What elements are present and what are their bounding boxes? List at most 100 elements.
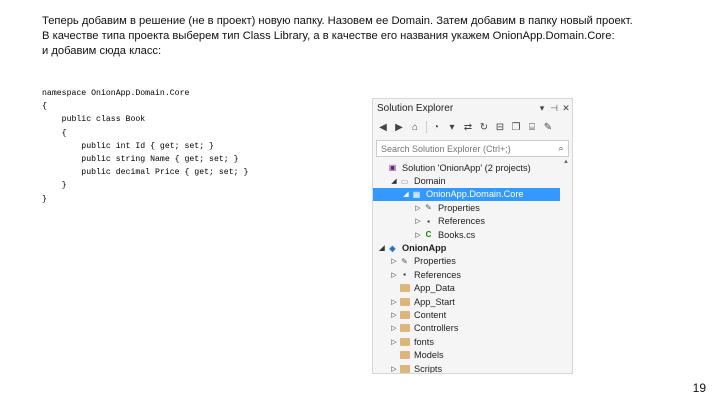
solution-folder-icon: ▭ [400, 176, 409, 186]
collapsed-arrow-icon[interactable]: ▷ [389, 338, 399, 346]
solution-explorer-titlebar: Solution Explorer ▾ ⊣ ✕ [373, 99, 572, 117]
wrench-icon: ✎ [425, 203, 432, 213]
folder-shape [399, 337, 410, 346]
tree-item[interactable]: ▷ Content [373, 308, 572, 321]
search-icon[interactable]: ⌕ [554, 143, 568, 154]
expanded-arrow-icon[interactable]: ◢ [401, 190, 411, 198]
code-line: public int Id { get; set; } [42, 141, 214, 151]
collapsed-arrow-icon[interactable]: ▷ [389, 365, 399, 373]
expanded-arrow-icon[interactable]: ◢ [377, 244, 387, 252]
folder-shape [399, 297, 410, 306]
tree-item-label: App_Start [414, 296, 455, 307]
tree-item-label: Properties [414, 256, 456, 267]
tree-item[interactable]: ▷ ✎ Properties [373, 255, 572, 268]
tree-item-label: Content [414, 309, 447, 320]
solution-explorer-toolbar: ◀ ▶ ⌂ ◔ ▾ ⇄ ↻ ⊟ ❐ ⌸ ✎ [373, 117, 572, 137]
tree-item-label: References [414, 269, 461, 280]
tree-item-label: Controllers [414, 323, 459, 334]
tree-item-label: References [438, 216, 485, 227]
folder-shape [399, 351, 410, 360]
tree-item[interactable]: ▷ ✎ Properties [373, 201, 572, 214]
properties-wrench-icon[interactable]: ✎ [541, 120, 555, 134]
pin-icon[interactable]: ⊣ [548, 103, 560, 114]
tree-item-label: Domain [414, 176, 446, 187]
folder-icon [399, 337, 410, 347]
code-line: } [42, 194, 47, 204]
home-icon[interactable]: ⌂ [408, 120, 422, 134]
code-block: namespace OnionApp.Domain.Core { public … [42, 87, 248, 206]
collapsed-arrow-icon[interactable]: ▷ [413, 204, 423, 212]
tree-item-label: fonts [414, 336, 434, 347]
tree-item[interactable]: ▷ App_Start [373, 295, 572, 308]
intro-text: Теперь добавим в решение (не в проект) н… [42, 14, 702, 59]
page-number: 19 [692, 381, 706, 395]
folder-icon [399, 310, 410, 320]
scroll-up-icon[interactable]: ▲ [562, 159, 570, 165]
sync-icon[interactable]: ⇄ [461, 120, 475, 134]
code-line: public string Name { get; set; } [42, 154, 239, 164]
collapsed-arrow-icon[interactable]: ▷ [413, 217, 423, 225]
web-project-icon: ◈ [389, 243, 396, 253]
collapsed-arrow-icon[interactable]: ▷ [389, 271, 399, 279]
tree-item[interactable]: ▷ fonts [373, 335, 572, 348]
tree-item[interactable]: ▣ Solution 'OnionApp' (2 projects) [373, 161, 572, 174]
refresh-icon[interactable]: ↻ [477, 120, 491, 134]
tree-item[interactable]: ◢ ▭ Domain [373, 174, 572, 187]
code-line: public decimal Price { get; set; } [42, 168, 249, 178]
tree-item-label: Books.cs [438, 229, 476, 240]
expanded-arrow-icon[interactable]: ◢ [389, 177, 399, 185]
code-line: } [42, 181, 67, 191]
tree-item[interactable]: ◢ ▦ OnionApp.Domain.Core [373, 187, 560, 202]
code-line: namespace OnionApp.Domain.Core [42, 89, 190, 98]
code-line: { [42, 128, 67, 138]
tree-item[interactable]: App_Data [373, 282, 572, 295]
tree-item[interactable]: ◢ ◈ OnionApp [373, 241, 572, 254]
tree-item[interactable]: ▷ Scripts [373, 362, 572, 373]
collapsed-arrow-icon[interactable]: ▷ [389, 324, 399, 332]
folder-shape [399, 324, 410, 333]
folder-icon [399, 364, 410, 373]
intro-line-1: Теперь добавим в решение (не в проект) н… [42, 15, 633, 27]
collapsed-arrow-icon[interactable]: ▷ [413, 231, 423, 239]
search-input[interactable] [381, 143, 554, 154]
close-icon[interactable]: ✕ [560, 103, 572, 114]
tree-item[interactable]: ▷ C Books.cs [373, 228, 572, 241]
code-line: public class Book [42, 115, 146, 125]
collapsed-arrow-icon[interactable]: ▷ [389, 311, 399, 319]
csharp-project-icon: ▦ [412, 189, 421, 199]
collapsed-arrow-icon[interactable]: ▷ [389, 257, 399, 265]
references-icon: ▪ [427, 216, 430, 226]
folder-icon [399, 297, 410, 307]
back-icon[interactable]: ◀ [376, 120, 390, 134]
forward-icon[interactable]: ▶ [392, 120, 406, 134]
tree-item[interactable]: ▷ ▪ References [373, 268, 572, 281]
code-line: { [42, 102, 47, 112]
tree-item-label: OnionApp [402, 243, 447, 254]
tree-item-label: App_Data [414, 283, 455, 294]
show-all-files-icon[interactable]: ❐ [509, 120, 523, 134]
folder-shape [399, 284, 410, 293]
collapse-all-icon[interactable]: ⊟ [493, 120, 507, 134]
code-view-icon[interactable]: ⌸ [525, 120, 539, 134]
wrench-icon: ✎ [401, 256, 408, 266]
intro-line-3: и добавим сюда класс: [42, 45, 162, 57]
collapsed-arrow-icon[interactable]: ▷ [389, 298, 399, 306]
chevron-down-icon[interactable]: ▾ [445, 120, 459, 134]
folder-icon [399, 283, 410, 293]
solution-explorer-panel: Solution Explorer ▾ ⊣ ✕ ◀ ▶ ⌂ ◔ ▾ ⇄ ↻ ⊟ … [372, 98, 573, 374]
folder-shape [399, 364, 410, 373]
vertical-scrollbar[interactable]: ▲ [562, 159, 570, 369]
tree-item-label: Properties [438, 202, 480, 213]
references-icon: ▪ [403, 270, 406, 280]
tree-item-label: Solution 'OnionApp' (2 projects) [402, 162, 531, 173]
folder-icon [399, 323, 410, 333]
tree-item-label: OnionApp.Domain.Core [426, 189, 524, 200]
solution-icon: ▣ [388, 163, 397, 173]
tree-item[interactable]: ▷ Controllers [373, 322, 572, 335]
tree-item[interactable]: ▷ ▪ References [373, 215, 572, 228]
tree-item[interactable]: Models [373, 348, 572, 361]
pending-changes-icon[interactable]: ◔ [429, 120, 443, 134]
folder-shape [399, 310, 410, 319]
solution-explorer-search[interactable]: ⌕ [376, 140, 569, 157]
dropdown-icon[interactable]: ▾ [536, 103, 548, 114]
